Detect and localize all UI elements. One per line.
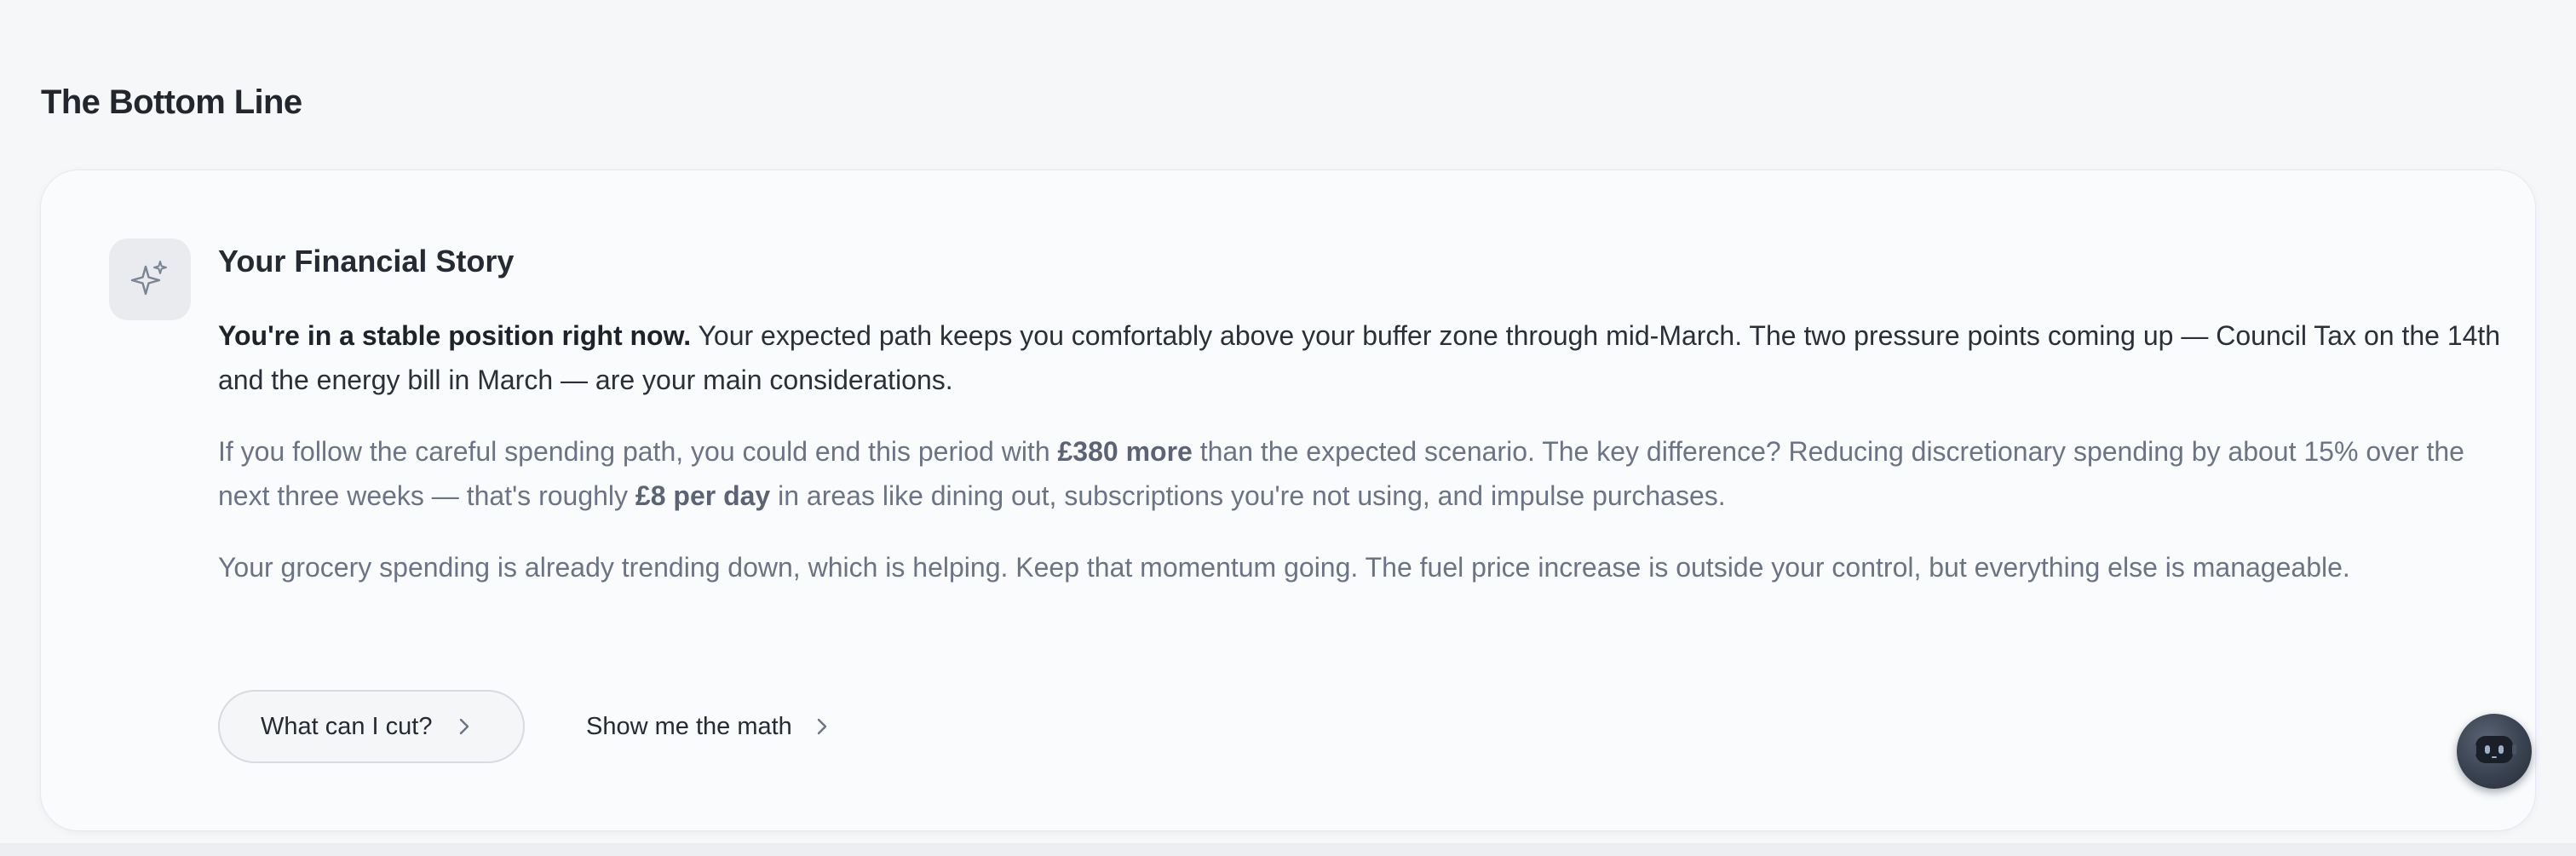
story-paragraph-summary: You're in a stable position right now. Y… bbox=[218, 313, 2501, 402]
robot-icon bbox=[2470, 731, 2518, 773]
section-title: The Bottom Line bbox=[41, 83, 302, 121]
chevron-right-icon bbox=[458, 717, 470, 736]
trends-text: Your grocery spending is already trendin… bbox=[218, 552, 2350, 583]
financial-story-card: Your Financial Story You're in a stable … bbox=[41, 170, 2535, 830]
what-can-i-cut-button[interactable]: What can I cut? bbox=[218, 690, 525, 763]
assistant-button[interactable] bbox=[2457, 714, 2532, 789]
story-title: Your Financial Story bbox=[218, 244, 515, 279]
savings-amount: £380 more bbox=[1057, 436, 1193, 467]
what-can-i-cut-label: What can I cut? bbox=[261, 712, 433, 740]
story-paragraph-trends: Your grocery spending is already trendin… bbox=[218, 545, 2501, 589]
show-me-the-math-button[interactable]: Show me the math bbox=[586, 690, 828, 763]
daily-amount: £8 per day bbox=[635, 480, 771, 511]
show-me-the-math-label: Show me the math bbox=[586, 712, 792, 740]
story-paragraph-savings: If you follow the careful spending path,… bbox=[218, 429, 2501, 518]
sparkle-icon bbox=[109, 238, 191, 320]
savings-text-1: If you follow the careful spending path,… bbox=[218, 436, 1058, 467]
page-bottom-edge bbox=[0, 843, 2576, 856]
chevron-right-icon bbox=[816, 717, 828, 736]
summary-lead: You're in a stable position right now. bbox=[218, 320, 692, 351]
savings-text-3: in areas like dining out, subscriptions … bbox=[770, 480, 1726, 511]
